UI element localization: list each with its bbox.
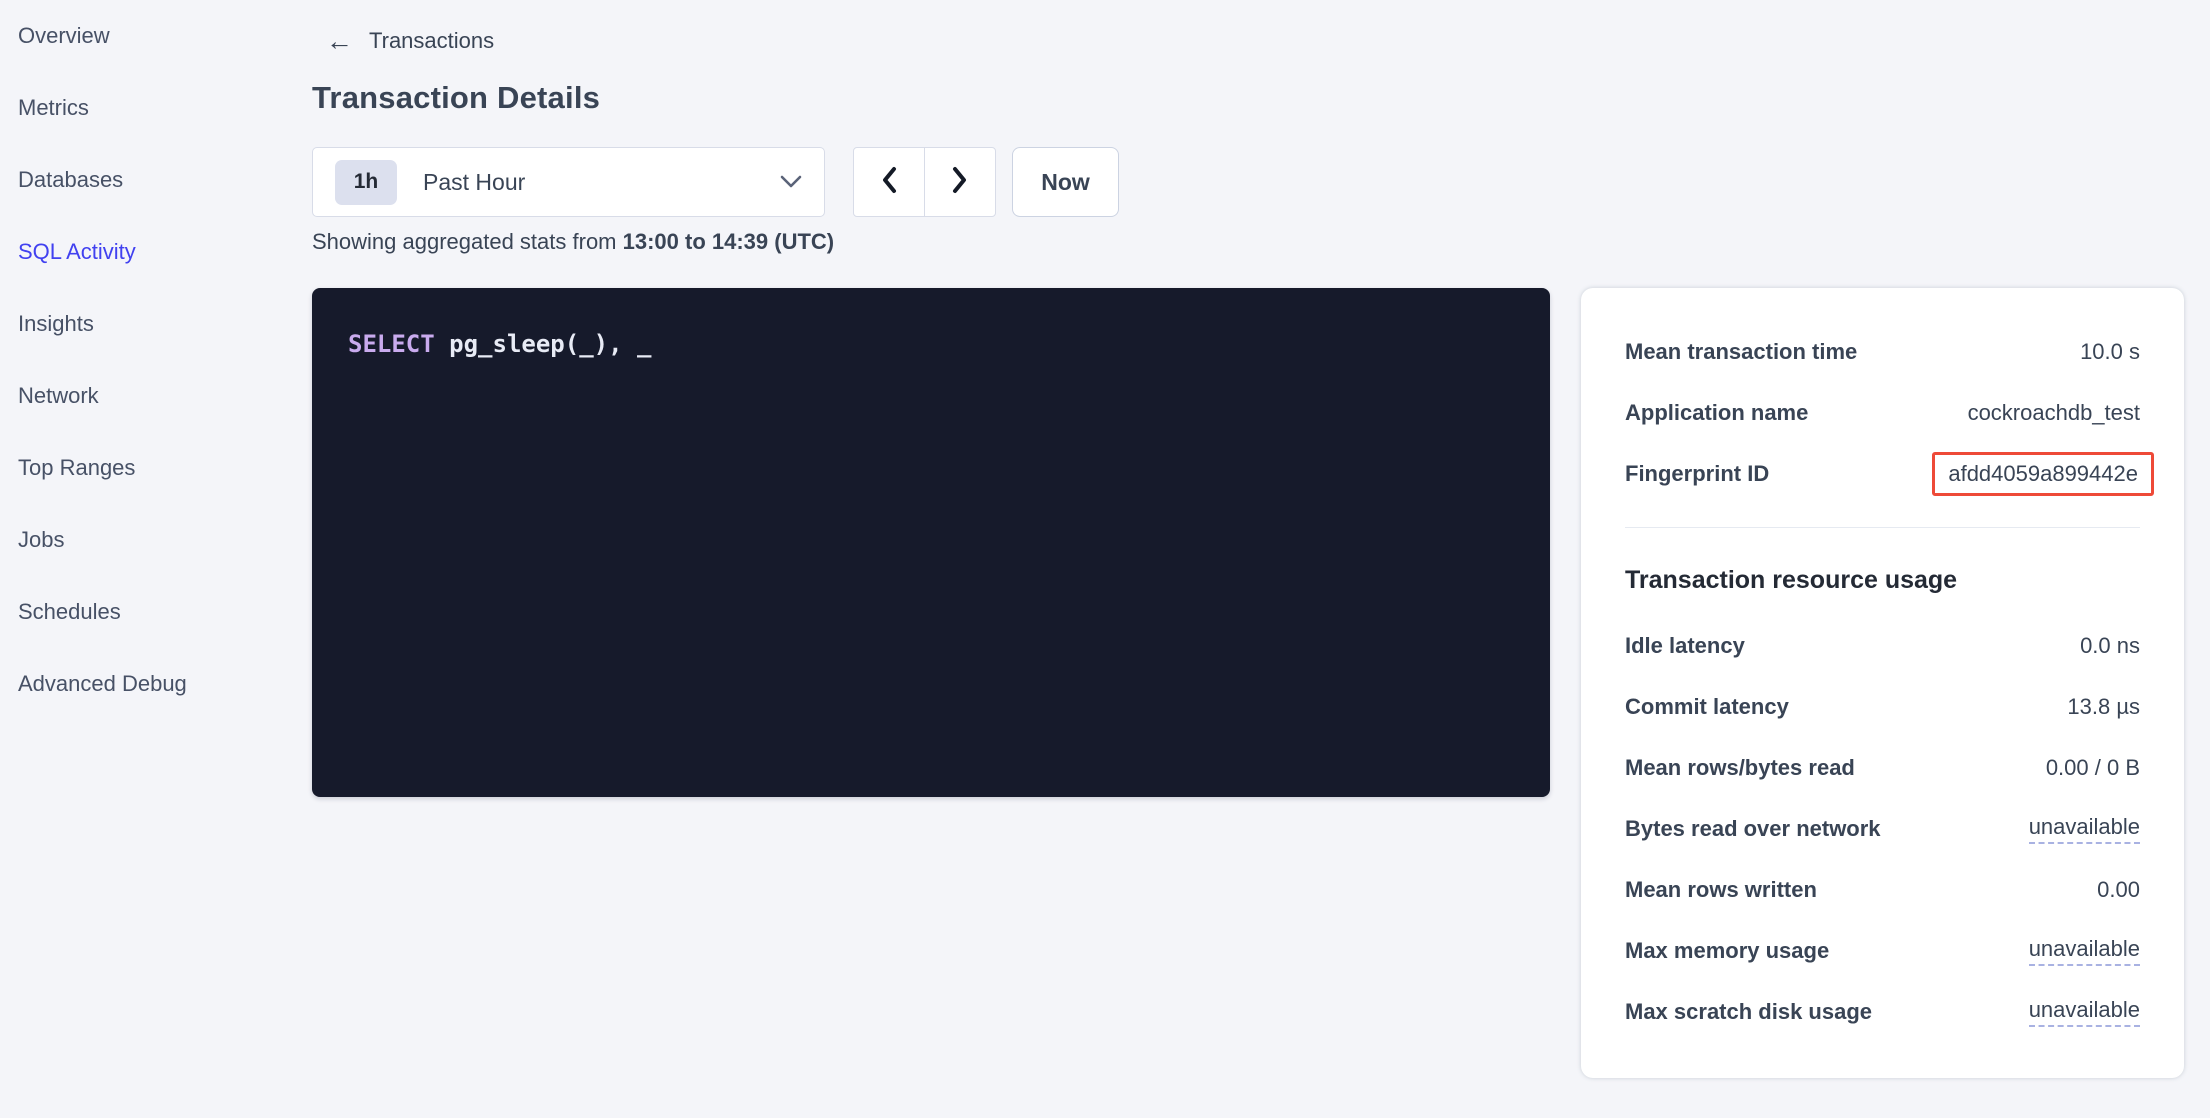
sidebar-item-advanced-debug[interactable]: Advanced Debug — [0, 648, 300, 720]
sidebar-item-top-ranges[interactable]: Top Ranges — [0, 432, 300, 504]
detail-value: 13.8 µs — [2067, 694, 2140, 720]
detail-label: Max scratch disk usage — [1625, 999, 1872, 1025]
page-title: Transaction Details — [312, 80, 600, 116]
sql-keyword: SELECT — [348, 330, 435, 358]
detail-value: 0.00 / 0 B — [2046, 755, 2140, 781]
detail-row-fingerprint-id: Fingerprint ID afdd4059a899442e — [1625, 443, 2140, 504]
detail-row-max-memory-usage: Max memory usage unavailable — [1625, 920, 2140, 981]
detail-row-idle-latency: Idle latency 0.0 ns — [1625, 615, 2140, 676]
transaction-details-card: Mean transaction time 10.0 s Application… — [1581, 288, 2184, 1078]
detail-label: Application name — [1625, 400, 1808, 426]
sql-statement-box: SELECT pg_sleep(_), _ — [312, 288, 1550, 797]
detail-value: 0.0 ns — [2080, 633, 2140, 659]
detail-label: Mean transaction time — [1625, 339, 1857, 365]
detail-label: Mean rows written — [1625, 877, 1817, 903]
sidebar-nav: Overview Metrics Databases SQL Activity … — [0, 0, 300, 720]
summary-rows: Mean transaction time 10.0 s Application… — [1625, 321, 2140, 504]
detail-value: 0.00 — [2097, 877, 2140, 903]
sidebar-item-overview[interactable]: Overview — [0, 0, 300, 72]
chevron-down-icon — [780, 175, 802, 189]
breadcrumb: ← Transactions — [326, 24, 494, 58]
time-range-dropdown[interactable]: 1h Past Hour — [312, 147, 825, 217]
sidebar-item-sql-activity[interactable]: SQL Activity — [0, 216, 300, 288]
sidebar-item-network[interactable]: Network — [0, 360, 300, 432]
sidebar-item-jobs[interactable]: Jobs — [0, 504, 300, 576]
breadcrumb-transactions-link[interactable]: Transactions — [369, 28, 494, 54]
unavailable-tooltip-value[interactable]: unavailable — [2029, 936, 2140, 966]
transaction-details-page: Overview Metrics Databases SQL Activity … — [0, 0, 2210, 1118]
time-range-controls: 1h Past Hour Now — [312, 147, 1119, 217]
selected-range-label: Past Hour — [423, 169, 525, 196]
unavailable-tooltip-value[interactable]: unavailable — [2029, 997, 2140, 1027]
sql-rest: pg_sleep(_), _ — [435, 330, 652, 358]
fingerprint-highlight-box: afdd4059a899442e — [1932, 452, 2154, 496]
detail-row-mean-rows-bytes-read: Mean rows/bytes read 0.00 / 0 B — [1625, 737, 2140, 798]
fingerprint-id-value: afdd4059a899442e — [1948, 461, 2138, 486]
next-range-button[interactable] — [925, 148, 995, 216]
detail-label: Fingerprint ID — [1625, 461, 1769, 487]
chevron-right-icon — [951, 166, 969, 199]
now-button[interactable]: Now — [1012, 147, 1119, 217]
detail-value: 10.0 s — [2080, 339, 2140, 365]
chevron-left-icon — [880, 166, 898, 199]
detail-row-max-scratch-disk-usage: Max scratch disk usage unavailable — [1625, 981, 2140, 1042]
resource-usage-section-title: Transaction resource usage — [1625, 566, 2140, 598]
back-arrow-icon[interactable]: ← — [326, 28, 353, 55]
previous-range-button[interactable] — [854, 148, 925, 216]
detail-label: Bytes read over network — [1625, 816, 1881, 842]
detail-row-mean-transaction-time: Mean transaction time 10.0 s — [1625, 321, 2140, 382]
detail-label: Mean rows/bytes read — [1625, 755, 1855, 781]
detail-value: cockroachdb_test — [1968, 400, 2140, 426]
detail-label: Max memory usage — [1625, 938, 1829, 964]
sidebar-item-insights[interactable]: Insights — [0, 288, 300, 360]
sql-statement-text: SELECT pg_sleep(_), _ — [312, 288, 1550, 358]
resource-rows: Idle latency 0.0 ns Commit latency 13.8 … — [1625, 615, 2140, 1042]
unavailable-tooltip-value[interactable]: unavailable — [2029, 814, 2140, 844]
time-range-arrow-group — [853, 147, 996, 217]
aggregated-stats-text: Showing aggregated stats from 13:00 to 1… — [312, 229, 834, 255]
sidebar-item-metrics[interactable]: Metrics — [0, 72, 300, 144]
detail-row-bytes-read-over-network: Bytes read over network unavailable — [1625, 798, 2140, 859]
detail-label: Commit latency — [1625, 694, 1789, 720]
sidebar-item-databases[interactable]: Databases — [0, 144, 300, 216]
stats-range: 13:00 to 14:39 (UTC) — [623, 229, 835, 254]
detail-row-commit-latency: Commit latency 13.8 µs — [1625, 676, 2140, 737]
sidebar-item-schedules[interactable]: Schedules — [0, 576, 300, 648]
card-divider — [1625, 527, 2140, 528]
detail-row-mean-rows-written: Mean rows written 0.00 — [1625, 859, 2140, 920]
stats-prefix: Showing aggregated stats from — [312, 229, 623, 254]
detail-label: Idle latency — [1625, 633, 1745, 659]
interval-badge: 1h — [335, 160, 397, 205]
detail-row-application-name: Application name cockroachdb_test — [1625, 382, 2140, 443]
